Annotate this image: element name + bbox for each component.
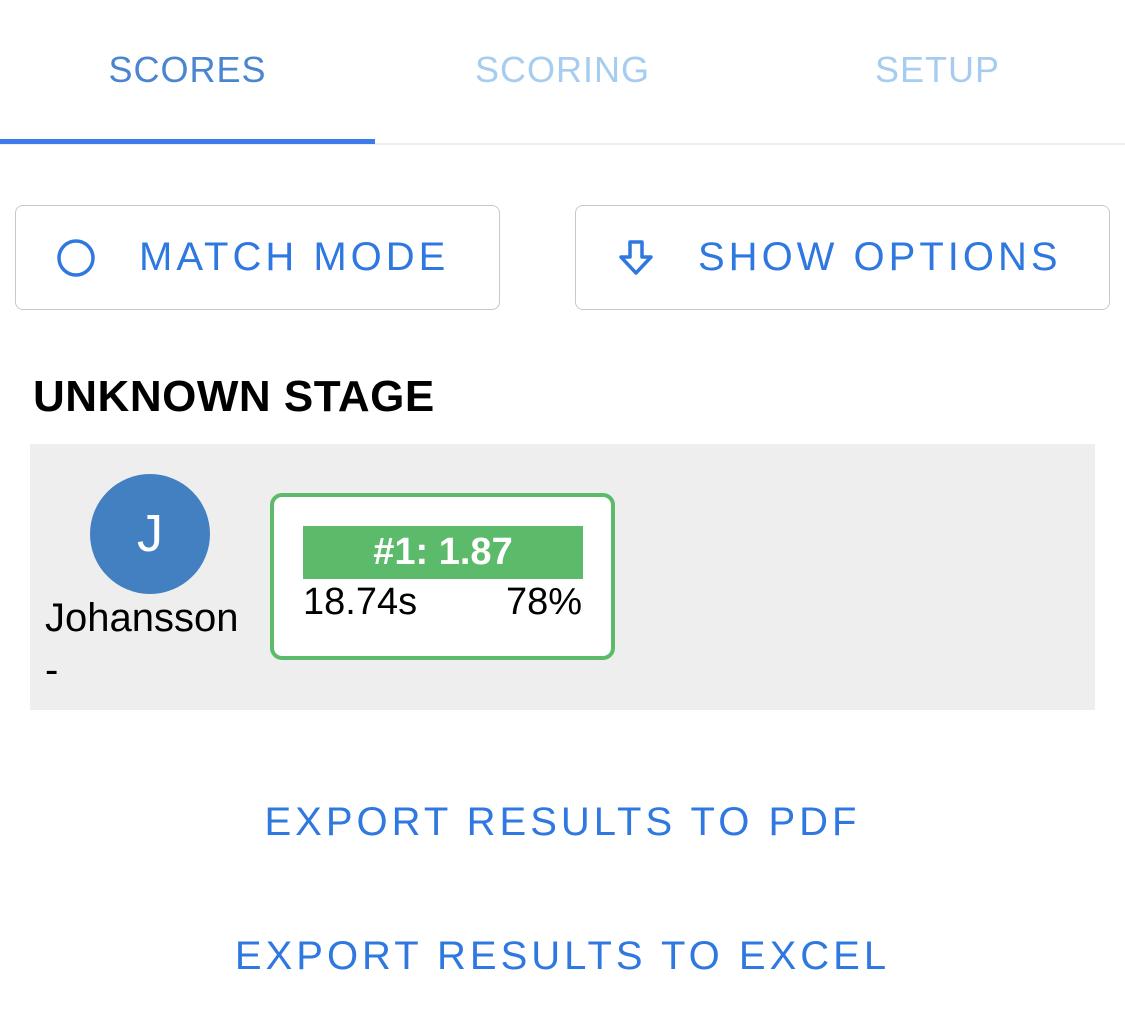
tab-setup-label: SETUP — [874, 48, 1001, 90]
radio-unchecked-icon — [56, 238, 96, 278]
score-percent: 78% — [505, 581, 582, 623]
tab-setup[interactable]: SETUP — [750, 0, 1125, 143]
export-excel-link[interactable]: EXPORT RESULTS TO EXCEL — [0, 934, 1125, 979]
score-rank-badge: #1: 1.87 — [303, 526, 583, 579]
score-time: 18.74s — [303, 581, 418, 623]
match-mode-button[interactable]: MATCH MODE — [15, 205, 500, 310]
tab-bar: SCORES SCORING SETUP — [0, 0, 1125, 145]
stage-title: UNKNOWN STAGE — [33, 372, 435, 421]
competitor-name: Johansson — [45, 596, 239, 640]
export-pdf-link[interactable]: EXPORT RESULTS TO PDF — [0, 800, 1125, 845]
stage-results-panel: J Johansson - #1: 1.87 18.74s 78% — [30, 444, 1095, 710]
competitor-subtitle: - — [45, 648, 59, 692]
score-card[interactable]: #1: 1.87 18.74s 78% — [270, 493, 615, 660]
avatar[interactable]: J — [90, 474, 210, 594]
avatar-initial: J — [137, 505, 163, 563]
show-options-label: SHOW OPTIONS — [698, 235, 1062, 279]
active-tab-indicator — [0, 139, 375, 144]
match-mode-label: MATCH MODE — [139, 235, 450, 279]
tab-scoring[interactable]: SCORING — [375, 0, 750, 143]
tab-scores[interactable]: SCORES — [0, 0, 375, 143]
tab-scores-label: SCORES — [108, 48, 267, 90]
arrow-down-icon — [616, 238, 656, 278]
show-options-button[interactable]: SHOW OPTIONS — [575, 205, 1110, 310]
tab-scoring-label: SCORING — [474, 48, 650, 90]
